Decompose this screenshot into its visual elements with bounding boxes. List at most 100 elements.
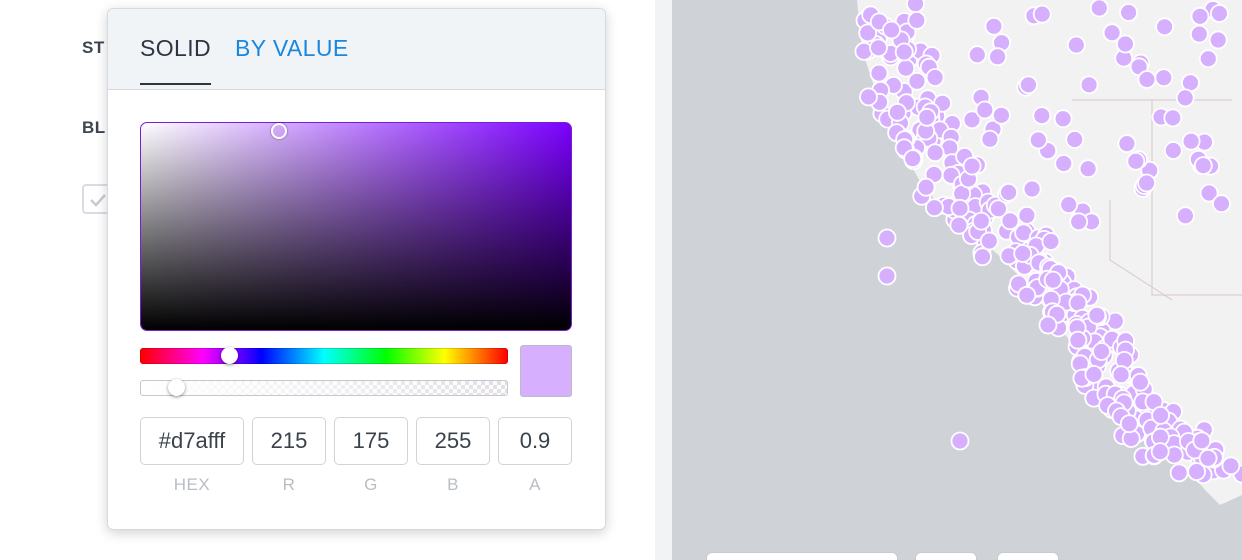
map-point (1198, 448, 1218, 468)
map-point (1066, 35, 1086, 55)
map-point (973, 247, 992, 267)
tab-by-value[interactable]: BY VALUE (235, 35, 349, 62)
map-point (1126, 151, 1146, 171)
alpha-slider-handle[interactable] (168, 379, 185, 396)
color-mode-tabs: SOLID BY VALUE (108, 9, 605, 90)
map-point (1069, 212, 1089, 232)
panel-divider[interactable] (655, 0, 672, 560)
settings-label-blend: BL (82, 118, 106, 137)
map-point (1137, 173, 1157, 193)
green-label: G (364, 475, 378, 494)
map-point (882, 20, 901, 40)
check-icon (90, 194, 106, 207)
map-control[interactable] (915, 552, 977, 560)
map-point (1151, 405, 1171, 425)
map-point (950, 431, 970, 451)
map-point (1054, 154, 1074, 173)
saturation-value-area[interactable] (140, 122, 572, 331)
map-point (1087, 305, 1107, 325)
map-point (1092, 342, 1111, 361)
red-input[interactable] (252, 417, 326, 465)
map-canvas[interactable] (672, 0, 1242, 560)
map-point (887, 102, 907, 122)
map-point (1189, 24, 1209, 44)
green-input[interactable] (334, 417, 408, 465)
map-point (1041, 232, 1061, 251)
saturation-handle[interactable] (271, 123, 287, 139)
map-point (1043, 270, 1063, 290)
map-point (1018, 75, 1038, 95)
map-point (1119, 3, 1139, 22)
map-point (1089, 0, 1109, 18)
map-point (1111, 365, 1131, 385)
map-point (1059, 195, 1079, 215)
alpha-slider[interactable] (140, 380, 508, 396)
map-point (1163, 108, 1183, 128)
map-point (924, 198, 944, 218)
map-point (925, 68, 945, 87)
map-point (1053, 109, 1073, 129)
map-view[interactable] (672, 0, 1242, 560)
map-point (877, 228, 897, 248)
map-point (877, 266, 897, 286)
map-point (1032, 106, 1052, 125)
map-point (1163, 141, 1183, 160)
map-point (869, 63, 889, 83)
map-point (1198, 49, 1218, 69)
hex-label: HEX (173, 475, 211, 494)
map-point (967, 45, 987, 65)
color-preview-swatch (520, 345, 572, 397)
map-point (1115, 34, 1135, 54)
map-point (1210, 4, 1229, 23)
blue-label: B (447, 475, 459, 494)
map-point (1208, 30, 1228, 50)
map-point (1137, 70, 1157, 89)
map-point (1117, 134, 1137, 154)
map-point (988, 47, 1008, 67)
map-point (1032, 4, 1052, 24)
tab-solid[interactable]: SOLID (140, 35, 212, 85)
saturation-value-gradient (141, 123, 571, 330)
map-point (1169, 463, 1189, 483)
map-point (1192, 431, 1212, 451)
map-control[interactable] (706, 552, 898, 560)
map-point (916, 177, 936, 197)
map-point (1175, 88, 1195, 108)
map-point (949, 215, 969, 235)
hex-input[interactable] (140, 417, 244, 465)
map-point (1212, 194, 1231, 214)
map-point (1221, 456, 1241, 476)
map-point (1068, 293, 1088, 313)
map-point (950, 198, 970, 218)
blue-input[interactable] (416, 417, 490, 465)
map-point (1078, 159, 1098, 179)
map-point (1028, 130, 1048, 150)
map-point (1181, 131, 1201, 151)
map-point (980, 129, 1000, 149)
map-point (869, 38, 888, 58)
map-point (1193, 156, 1213, 176)
map-point (1038, 315, 1058, 335)
map-point (906, 0, 925, 14)
map-point (999, 182, 1019, 202)
map-point (971, 211, 991, 231)
map-point (859, 87, 878, 107)
map-point (1017, 205, 1037, 225)
map-point (1119, 414, 1139, 434)
map-point (1154, 68, 1174, 88)
settings-label-stroke: ST (82, 38, 105, 57)
hue-slider-handle[interactable] (221, 347, 238, 364)
map-point (984, 16, 1004, 36)
map-point (1155, 17, 1175, 37)
map-point (1013, 244, 1033, 263)
map-point (1079, 75, 1099, 95)
map-point (903, 149, 923, 169)
map-point (917, 107, 937, 127)
red-label: R (282, 475, 296, 494)
map-point (1130, 372, 1150, 392)
alpha-input[interactable] (498, 417, 572, 465)
map-point (1150, 442, 1170, 462)
map-point (979, 231, 999, 251)
map-control[interactable] (997, 552, 1059, 560)
hue-slider[interactable] (140, 348, 508, 364)
